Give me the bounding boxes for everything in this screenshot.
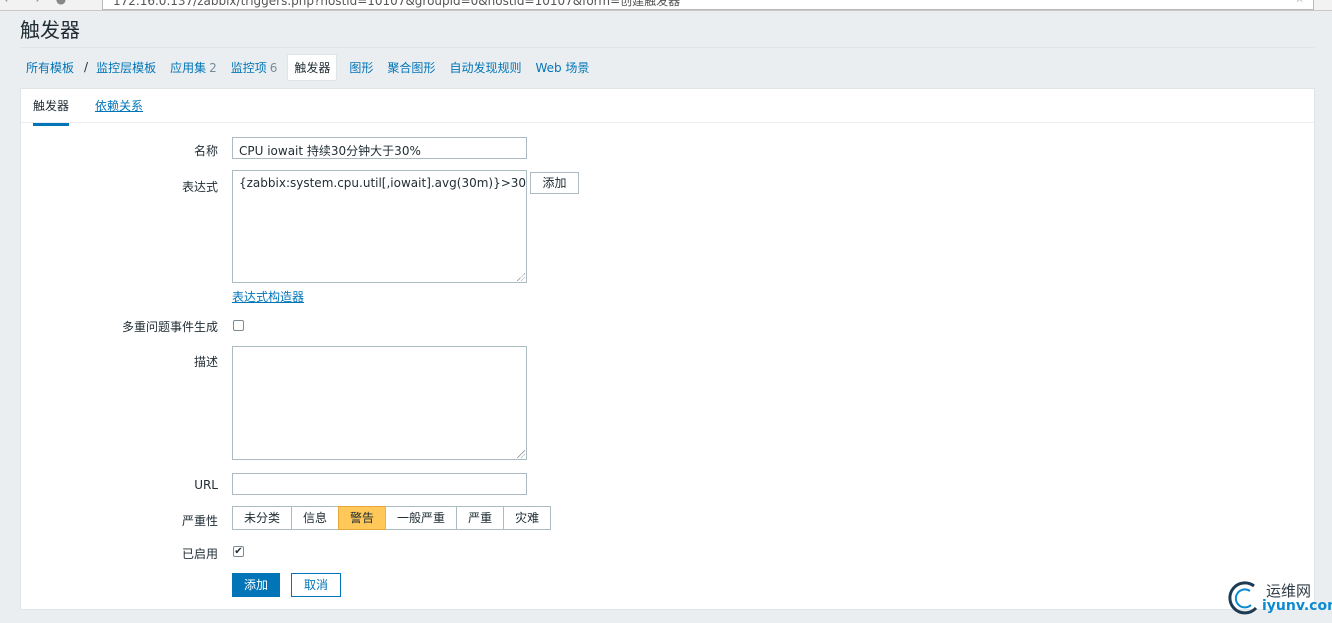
nav-graphs[interactable]: 图形 [349,59,373,76]
severity-average[interactable]: 一般严重 [385,506,458,530]
nav-applications-label: 应用集 [170,60,207,75]
items-count: 6 [269,60,278,75]
severity-information[interactable]: 信息 [291,506,340,530]
breadcrumb-template[interactable]: 监控层模板 [96,59,156,76]
name-label: 名称 [193,144,218,158]
nav-items-label: 监控项 [230,60,267,75]
severity-selector: 未分类 信息 警告 一般严重 严重 灾难 [232,506,552,530]
severity-not-classified[interactable]: 未分类 [232,506,293,530]
browser-nav-icons[interactable]: ← → ● [4,0,72,6]
checkmark-icon: ✔ [234,546,243,557]
nav-discovery-rules[interactable]: 自动发现规则 [449,59,521,76]
resize-handle-icon[interactable] [517,450,525,458]
trigger-form-panel: 触发器 依赖关系 名称 CPU iowait 持续30分钟大于30% 表达式 {… [20,88,1315,610]
tab-trigger[interactable]: 触发器 [33,97,70,126]
description-label: 描述 [193,355,218,369]
name-input[interactable]: CPU iowait 持续30分钟大于30% [232,137,527,159]
cancel-button[interactable]: 取消 [291,573,341,597]
nav-web-scenarios[interactable]: Web 场景 [535,59,589,76]
page-title: 触发器 [20,18,80,42]
severity-label: 严重性 [181,514,218,528]
form-tabs: 触发器 依赖关系 [21,89,1314,126]
expression-text: {zabbix:system.cpu.util[,iowait].avg(30m… [239,176,527,190]
bookmark-star-icon[interactable]: ☆ [1294,0,1305,5]
browser-address-bar: ← → ● 172.16.0.137/zabbix/triggers.php?h… [0,0,1332,11]
multiple-events-checkbox[interactable] [233,320,244,331]
expression-label: 表达式 [181,180,218,194]
multiple-events-label: 多重问题事件生成 [121,320,218,334]
severity-high[interactable]: 严重 [456,506,505,530]
nav-triggers-current: 触发器 [287,53,338,81]
applications-count: 2 [209,60,217,75]
expression-textarea[interactable]: {zabbix:system.cpu.util[,iowait].avg(30m… [232,170,527,283]
url-box[interactable]: 172.16.0.137/zabbix/triggers.php?hostid=… [102,0,1314,10]
breadcrumb: 所有模板 / 监控层模板 应用集 2 监控项 6 触发器 图形 聚合图形 自动发现规… [20,47,1315,86]
submit-add-button[interactable]: 添加 [232,573,280,597]
url-input[interactable] [232,473,527,495]
nav-screens[interactable]: 聚合图形 [387,59,435,76]
tab-dependencies[interactable]: 依赖关系 [95,97,143,114]
nav-applications[interactable]: 应用集 2 [170,59,217,76]
breadcrumb-all-templates[interactable]: 所有模板 [26,59,74,76]
expression-constructor-link[interactable]: 表达式构造器 [232,288,304,305]
breadcrumb-separator: / [84,60,89,74]
watermark-en: iyunv.com [1262,598,1332,614]
severity-warning[interactable]: 警告 [338,506,387,530]
enabled-checkbox[interactable]: ✔ [233,546,244,557]
enabled-label: 已启用 [181,547,218,561]
expression-add-button[interactable]: 添加 [530,172,579,194]
url-label: URL [194,478,218,492]
resize-handle-icon[interactable] [517,273,525,281]
watermark-logo-icon [1228,581,1258,615]
nav-items[interactable]: 监控项 6 [231,59,278,76]
watermark: 运维网 iyunv.com [1226,578,1332,618]
severity-disaster[interactable]: 灾难 [503,506,552,530]
url-text[interactable]: 172.16.0.137/zabbix/triggers.php?hostid=… [113,0,680,9]
description-textarea[interactable] [232,346,527,460]
